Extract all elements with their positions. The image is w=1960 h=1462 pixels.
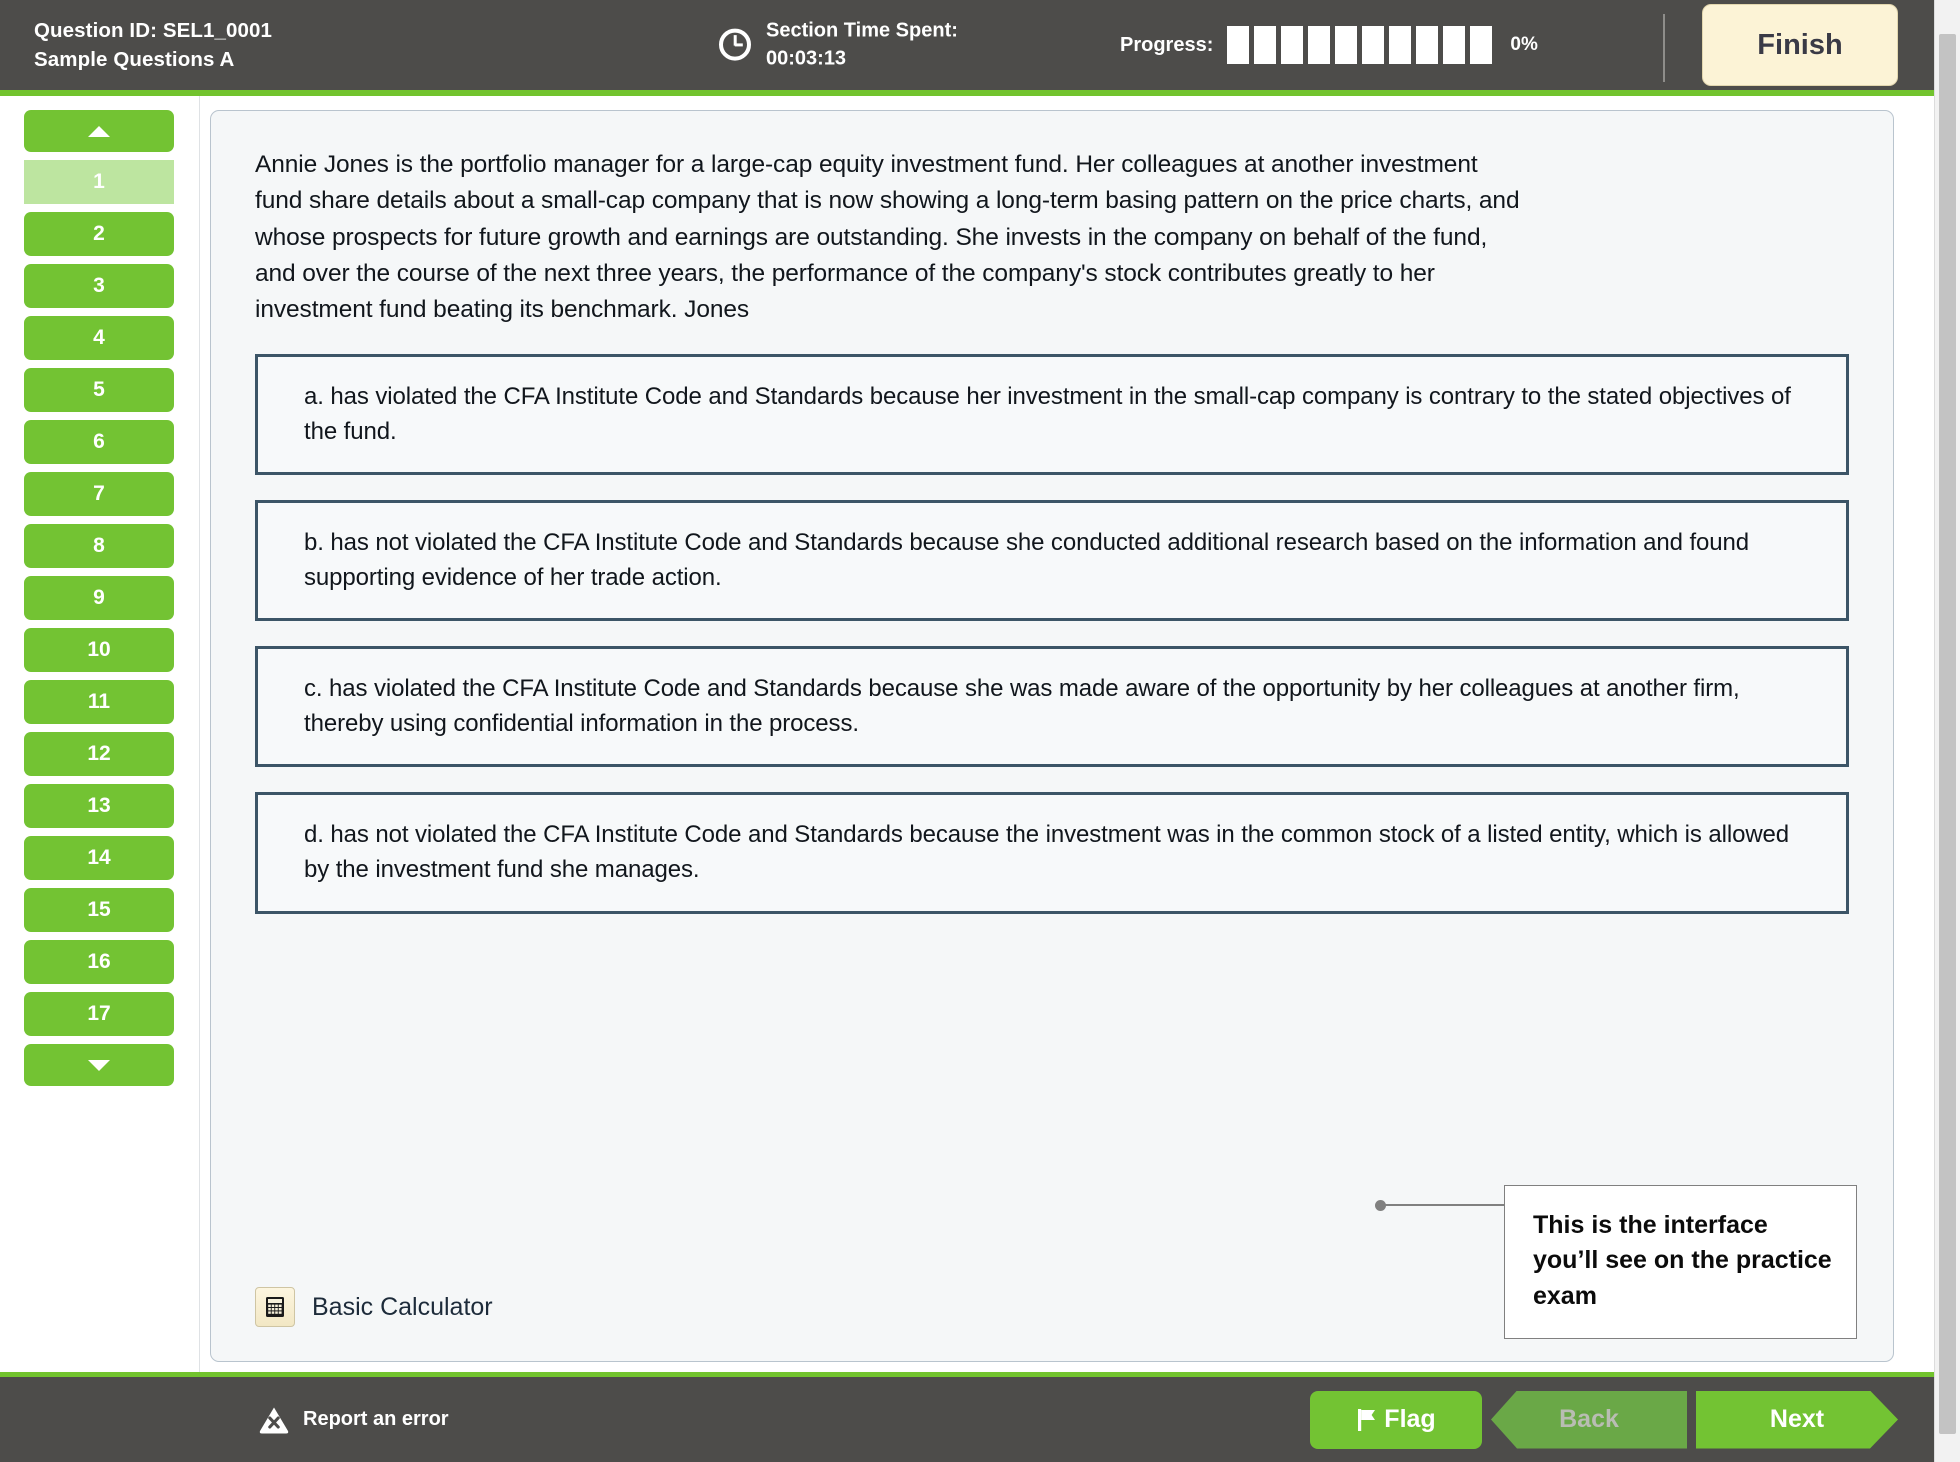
scrollbar-thumb[interactable]: [1939, 34, 1956, 1434]
answer-option-d[interactable]: d. has not violated the CFA Institute Co…: [255, 792, 1849, 914]
nav-question-2[interactable]: 2: [24, 212, 174, 256]
progress-segment: [1416, 26, 1439, 64]
progress-segment: [1470, 26, 1493, 64]
clock-icon: [719, 29, 751, 61]
footer-actions: Flag Back Next: [1310, 1390, 1898, 1449]
progress-segment: [1335, 26, 1358, 64]
nav-question-13[interactable]: 13: [24, 784, 174, 828]
triangle-up-icon: [88, 125, 110, 137]
nav-question-14[interactable]: 14: [24, 836, 174, 880]
finish-button[interactable]: Finish: [1702, 4, 1898, 86]
nav-question-10[interactable]: 10: [24, 628, 174, 672]
warning-triangle-icon: [259, 1407, 289, 1433]
nav-question-label: 7: [93, 482, 105, 505]
exam-interface: Question ID: SEL1_0001 Sample Questions …: [0, 0, 1960, 1462]
page-scrollbar[interactable]: [1934, 0, 1960, 1462]
progress-segment: [1389, 26, 1412, 64]
nav-question-8[interactable]: 8: [24, 524, 174, 568]
nav-question-label: 9: [93, 586, 105, 609]
header-divider: [1663, 14, 1665, 82]
progress-bar: [1227, 26, 1493, 64]
question-meta: Question ID: SEL1_0001 Sample Questions …: [34, 16, 272, 74]
question-content-area: Annie Jones is the portfolio manager for…: [200, 96, 1960, 1372]
progress-segment: [1254, 26, 1277, 64]
flag-button[interactable]: Flag: [1310, 1390, 1482, 1449]
answer-option-a[interactable]: a. has violated the CFA Institute Code a…: [255, 354, 1849, 476]
nav-question-15[interactable]: 15: [24, 888, 174, 932]
callout-annotation: This is the interface you’ll see on the …: [1504, 1184, 1857, 1339]
progress-segment: [1443, 26, 1466, 64]
question-panel: Annie Jones is the portfolio manager for…: [210, 110, 1894, 1362]
nav-scroll-down-button[interactable]: [24, 1044, 174, 1086]
progress-segment: [1281, 26, 1304, 64]
callout-leader-line: [1375, 1200, 1504, 1211]
question-id: Question ID: SEL1_0001: [34, 18, 273, 42]
report-error-label: Report an error: [303, 1408, 449, 1430]
calculator-icon: [255, 1287, 295, 1327]
nav-question-12[interactable]: 12: [24, 732, 174, 776]
flag-icon: [1358, 1408, 1376, 1431]
progress-area: Progress: 0%: [1120, 26, 1538, 64]
basic-calculator-button[interactable]: Basic Calculator: [255, 1287, 493, 1327]
nav-question-label: 13: [87, 794, 111, 817]
triangle-down-icon: [88, 1059, 110, 1071]
nav-question-5[interactable]: 5: [24, 368, 174, 412]
nav-question-label: 11: [87, 690, 111, 713]
answer-option-b[interactable]: b. has not violated the CFA Institute Co…: [255, 500, 1849, 622]
exam-body: 1 2 3 4 5 6 7 8 9 10 11 12 13 14 15 16 17 Annie Jones is…: [0, 96, 1960, 1372]
nav-question-9[interactable]: 9: [24, 576, 174, 620]
time-spent-label: Section Time Spent:: [766, 19, 958, 42]
section-timer: Section Time Spent: 00:03:13: [718, 17, 958, 74]
nav-question-label: 12: [87, 742, 111, 765]
progress-segment: [1227, 26, 1250, 64]
time-spent-value: 00:03:13: [766, 48, 847, 70]
flag-label: Flag: [1384, 1405, 1436, 1433]
question-navigator: 1 2 3 4 5 6 7 8 9 10 11 12 13 14 15 16 17: [0, 96, 200, 1372]
progress-segment: [1308, 26, 1331, 64]
nav-question-label: 14: [87, 846, 111, 869]
progress-percent: 0%: [1510, 34, 1538, 55]
nav-question-label: 6: [93, 430, 105, 453]
nav-question-label: 16: [87, 950, 111, 973]
nav-question-3[interactable]: 3: [24, 264, 174, 308]
nav-question-label: 1: [93, 170, 105, 193]
question-stem: Annie Jones is the portfolio manager for…: [255, 151, 1520, 323]
back-button[interactable]: Back: [1491, 1390, 1687, 1449]
calculator-label: Basic Calculator: [312, 1292, 493, 1321]
nav-question-label: 4: [93, 326, 105, 349]
time-spent-block: Section Time Spent: 00:03:13: [766, 17, 958, 74]
nav-question-11[interactable]: 11: [24, 680, 174, 724]
section-name: Sample Questions A: [34, 48, 235, 71]
nav-question-17[interactable]: 17: [24, 992, 174, 1036]
nav-question-4[interactable]: 4: [24, 316, 174, 360]
nav-question-label: 17: [87, 1002, 111, 1025]
answer-option-c[interactable]: c. has violated the CFA Institute Code a…: [255, 646, 1849, 768]
report-error-button[interactable]: Report an error: [258, 1405, 449, 1435]
nav-scroll-up-button[interactable]: [24, 110, 174, 152]
exam-header: Question ID: SEL1_0001 Sample Questions …: [0, 0, 1960, 96]
nav-question-label: 8: [93, 534, 105, 557]
nav-question-6[interactable]: 6: [24, 420, 174, 464]
nav-question-1[interactable]: 1: [24, 160, 174, 204]
nav-question-7[interactable]: 7: [24, 472, 174, 516]
nav-question-label: 3: [93, 274, 105, 297]
exam-footer: Report an error Flag Back Next: [0, 1372, 1960, 1462]
nav-question-label: 2: [93, 222, 105, 245]
nav-question-label: 5: [93, 378, 105, 401]
progress-segment: [1362, 26, 1385, 64]
next-button[interactable]: Next: [1696, 1391, 1898, 1449]
nav-question-16[interactable]: 16: [24, 940, 174, 984]
progress-label: Progress:: [1120, 33, 1214, 56]
answer-options: a. has violated the CFA Institute Code a…: [255, 354, 1849, 914]
nav-question-label: 10: [87, 638, 111, 661]
nav-question-label: 15: [87, 898, 111, 921]
